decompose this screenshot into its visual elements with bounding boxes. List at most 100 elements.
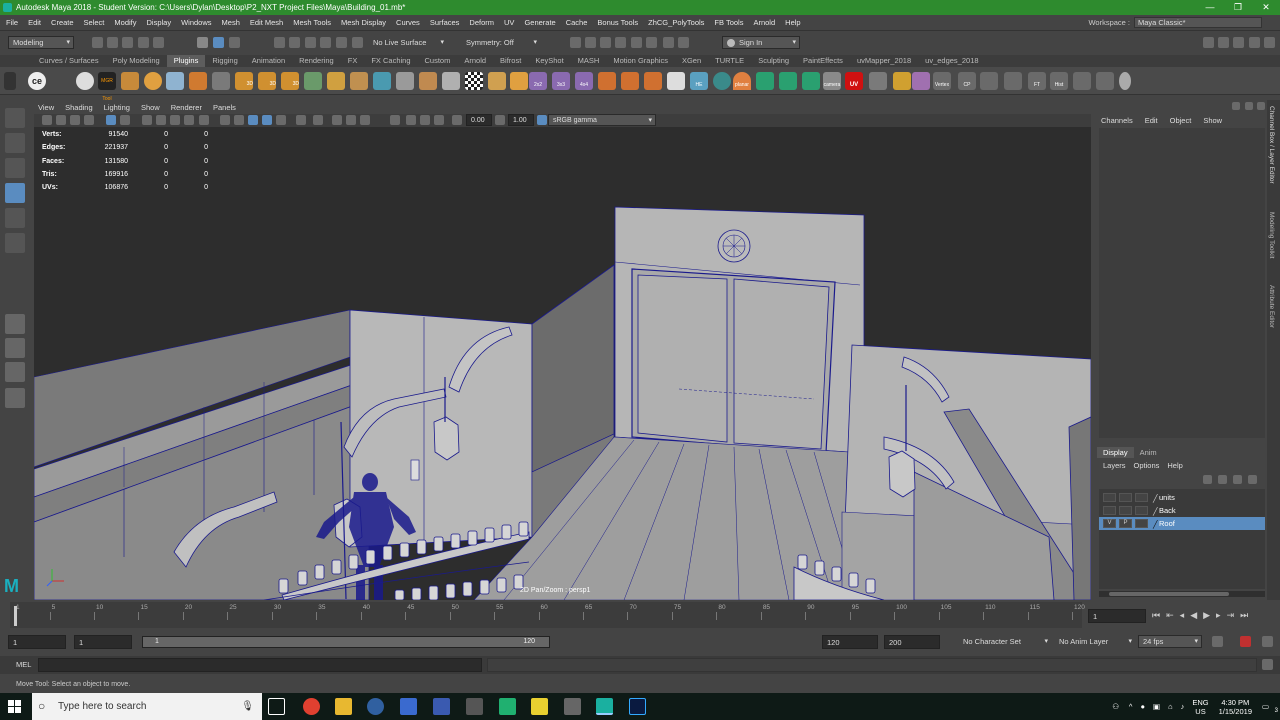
shelf-tool-icon[interactable] — [644, 72, 662, 90]
planar-icon[interactable]: planar — [733, 72, 751, 90]
exposure-icon[interactable] — [452, 115, 462, 125]
move-layer-down-icon[interactable] — [1218, 475, 1227, 484]
shelf-tab-uvmapper[interactable]: uvMapper_2018 — [850, 55, 918, 67]
shelf-tab-fx-caching[interactable]: FX Caching — [364, 55, 417, 67]
sign-in-button[interactable]: Sign In — [722, 36, 800, 49]
layer-visibility-toggle[interactable]: V — [1103, 519, 1116, 528]
shelf-tool-icon[interactable] — [373, 72, 391, 90]
shelf-tool-icon[interactable] — [1096, 72, 1114, 90]
people-icon[interactable]: ⚇ — [1112, 702, 1119, 711]
step-back-frame-icon[interactable]: ◂ — [1180, 610, 1185, 621]
new-scene-icon[interactable] — [92, 37, 103, 48]
shelf-tab-arnold[interactable]: Arnold — [457, 55, 493, 67]
tab-modeling-toolkit[interactable]: Modeling Toolkit — [1268, 212, 1275, 259]
shadows-icon[interactable] — [296, 115, 306, 125]
menu-bonus-tools[interactable]: Bonus Tools — [597, 18, 638, 27]
menu-surfaces[interactable]: Surfaces — [430, 18, 460, 27]
cb-menu-edit[interactable]: Edit — [1145, 116, 1158, 125]
exposure-field[interactable]: 0.00 — [466, 114, 492, 126]
tray-overflow-icon[interactable]: ^ — [1129, 702, 1133, 711]
menu-select[interactable]: Select — [84, 18, 105, 27]
language-indicator[interactable]: ENG US — [1192, 698, 1208, 716]
he-icon[interactable]: HE — [690, 72, 708, 90]
playback-start-field[interactable]: 1 — [74, 635, 132, 649]
snap-view-icon[interactable] — [320, 37, 331, 48]
cube-tool-icon[interactable] — [121, 72, 139, 90]
app-icon[interactable] — [367, 698, 384, 715]
animation-start-field[interactable]: 1 — [8, 635, 66, 649]
shelf-tool-icon[interactable] — [1073, 72, 1091, 90]
menu-modify[interactable]: Modify — [114, 18, 136, 27]
shelf-tool-icon[interactable] — [212, 72, 230, 90]
safe-action-icon[interactable] — [184, 115, 194, 125]
live-surface-field[interactable]: No Live Surface — [368, 36, 448, 49]
camera-attributes-icon[interactable] — [56, 115, 66, 125]
menu-help[interactable]: Help — [785, 18, 800, 27]
shelf-tab-fx[interactable]: FX — [341, 55, 365, 67]
layer-tab-display[interactable]: Display — [1097, 447, 1134, 458]
viewport-persp[interactable]: Verts: 91540 0 0 Edges: 221937 0 0 Faces: 13158… — [34, 127, 1091, 600]
pause-icon[interactable] — [678, 37, 689, 48]
menu-uv[interactable]: UV — [504, 18, 514, 27]
open-scene-icon[interactable] — [107, 37, 118, 48]
fps-dropdown[interactable]: 24 fps — [1138, 635, 1202, 648]
move-tool-icon[interactable] — [5, 183, 25, 203]
shelf-tool-icon[interactable] — [756, 72, 774, 90]
timeline-ruler[interactable]: 1 5 10 15 20 25 30 35 40 45 50 55 60 65 70 75 80 85 90 95 10… — [10, 602, 1085, 628]
shelf-tab-sculpting[interactable]: Sculpting — [751, 55, 796, 67]
lights-icon[interactable] — [276, 115, 286, 125]
tab-channel-box-layer-editor[interactable]: Channel Box / Layer Editor — [1268, 106, 1275, 184]
layer-row[interactable]: ╱ Back — [1099, 504, 1265, 517]
shelf-tool-icon[interactable] — [327, 72, 345, 90]
shelf-tab-xgen[interactable]: XGen — [675, 55, 708, 67]
menu-zhcg-polytools[interactable]: ZhCG_PolyTools — [648, 18, 704, 27]
anti-alias-icon[interactable] — [346, 115, 356, 125]
shelf-tool-icon[interactable] — [980, 72, 998, 90]
notifications-icon[interactable]: ▭ 3 — [1262, 702, 1278, 714]
sticky-notes-icon[interactable] — [531, 698, 548, 715]
mel-label[interactable]: MEL — [16, 660, 31, 669]
snap-point-icon[interactable] — [305, 37, 316, 48]
grid-3x3-icon[interactable]: 3x3 — [552, 72, 570, 90]
shelf-tab-custom[interactable]: Custom — [418, 55, 458, 67]
image-plane-icon[interactable] — [84, 115, 94, 125]
layer-display-type-toggle[interactable] — [1135, 506, 1148, 515]
animation-end-field[interactable]: 200 — [884, 635, 940, 649]
shelf-tab-rigging[interactable]: Rigging — [205, 55, 244, 67]
camera-select-icon[interactable] — [42, 115, 52, 125]
xray-joints-icon[interactable] — [420, 115, 430, 125]
render-settings-icon[interactable] — [615, 37, 626, 48]
render-frame-icon[interactable] — [570, 37, 581, 48]
layer-menu-layers[interactable]: Layers — [1103, 461, 1126, 470]
shelf-tab-rendering[interactable]: Rendering — [292, 55, 341, 67]
depth-of-field-icon[interactable] — [360, 115, 370, 125]
tray-app-icon[interactable]: ▣ — [1153, 702, 1160, 711]
shelf-tool-icon[interactable] — [893, 72, 911, 90]
shelf-tool-icon[interactable] — [189, 72, 207, 90]
mail-icon[interactable] — [466, 698, 483, 715]
windows-start-icon[interactable] — [8, 700, 21, 713]
lasso-tool-icon[interactable] — [5, 133, 25, 153]
resolution-gate-icon[interactable] — [142, 115, 152, 125]
shelf-tab-animation[interactable]: Animation — [245, 55, 292, 67]
shelf-3d-icon[interactable]: 3D — [258, 72, 276, 90]
app-icon[interactable] — [499, 698, 516, 715]
shelf-tool-icon[interactable] — [1004, 72, 1022, 90]
close-panel-icon[interactable] — [1257, 102, 1265, 110]
step-forward-frame-icon[interactable]: ▸ — [1216, 610, 1221, 621]
go-to-start-icon[interactable]: ⏮ — [1152, 610, 1160, 621]
grid-toggle-icon[interactable] — [106, 115, 116, 125]
shelf-tool-icon[interactable] — [667, 72, 685, 90]
menu-generate[interactable]: Generate — [524, 18, 555, 27]
tab-attribute-editor[interactable]: Attribute Editor — [1268, 285, 1275, 328]
wireframe-on-shaded-icon[interactable] — [248, 115, 258, 125]
cp-icon[interactable]: CP — [958, 72, 976, 90]
hypershade-icon[interactable] — [631, 37, 642, 48]
scale-tool-icon[interactable] — [5, 233, 25, 253]
save-scene-icon[interactable] — [122, 37, 133, 48]
new-layer-selected-icon[interactable] — [1248, 475, 1257, 484]
clock[interactable]: 4:30 PM 1/15/2019 — [1219, 698, 1252, 716]
playback-end-field[interactable]: 120 — [822, 635, 878, 649]
attribute-editor-icon[interactable] — [1218, 37, 1229, 48]
channel-box-icon[interactable] — [1249, 37, 1260, 48]
